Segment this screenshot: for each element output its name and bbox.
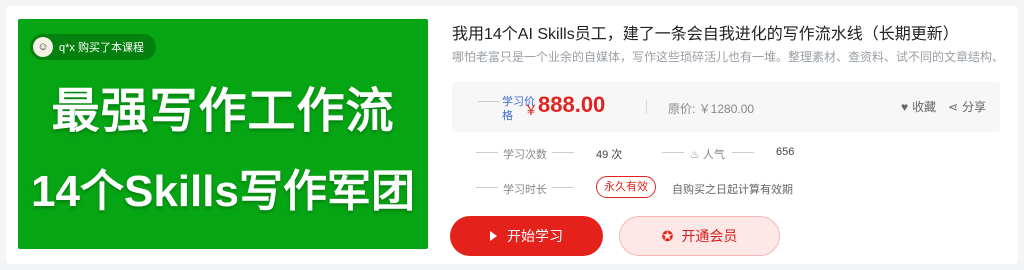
start-learning-label: 开始学习 — [507, 228, 563, 244]
duration-label: 学习时长 — [503, 184, 547, 196]
recent-buyer-text: q*x 购买了本课程 — [59, 42, 144, 54]
share-button[interactable]: ⋖ 分享 — [948, 98, 986, 115]
vip-badge-icon: ✪ — [661, 227, 674, 244]
original-price: 原价: ￥1280.00 — [668, 102, 755, 116]
cover-subline: 14个Skills写作军团 — [31, 167, 415, 216]
price-separator — [646, 100, 647, 114]
share-label: 分享 — [962, 100, 987, 114]
flame-icon: ♨ — [690, 149, 703, 161]
favorite-label: 收藏 — [912, 100, 937, 114]
heart-icon: ♥ — [901, 99, 909, 114]
open-membership-button[interactable]: ✪ 开通会员 — [619, 216, 780, 256]
popularity-label: 人气 — [702, 149, 725, 161]
buyer-avatar-icon: ☺ — [33, 37, 53, 57]
divider-dash — [476, 187, 498, 188]
divider-dash — [552, 187, 574, 188]
divider-dash — [662, 152, 684, 153]
favorite-button[interactable]: ♥ 收藏 — [901, 98, 936, 115]
divider-dash — [732, 152, 754, 153]
validity-badge: 永久有效 — [596, 176, 656, 198]
cover-headline: 最强写作工作流 — [51, 85, 395, 138]
study-count-value: 49 次 — [596, 149, 623, 161]
course-description: 哪怕老富只是一个业余的自媒体，写作这些琐碎活儿也有一堆。整理素材、查资料、试不同… — [452, 50, 1000, 64]
recent-buyer-pill: ☺ q*x 购买了本课程 — [30, 34, 156, 60]
study-count-label: 学习次数 — [503, 149, 547, 161]
price-panel: 学习价格 ￥ 888.00 原价: ￥1280.00 ♥ 收藏 ⋖ 分享 — [452, 82, 1000, 132]
start-learning-button[interactable]: 开始学习 — [450, 216, 603, 256]
current-price: 888.00 — [538, 92, 606, 117]
price-currency: ￥ — [524, 102, 538, 118]
popularity-value: 656 — [776, 146, 795, 158]
validity-note: 自购买之日起计算有效期 — [672, 184, 793, 196]
share-icon: ⋖ — [948, 99, 959, 114]
open-membership-label: 开通会员 — [681, 228, 738, 244]
divider-dash — [478, 101, 500, 102]
course-cover[interactable]: ☺ q*x 购买了本课程 最强写作工作流 14个Skills写作军团 — [18, 19, 428, 249]
divider-dash — [552, 152, 574, 153]
divider-dash — [476, 152, 498, 153]
course-title: 我用14个AI Skills员工，建了一条会自我进化的写作流水线（长期更新） — [452, 26, 959, 43]
popularity-label-group: ♨ 人气 — [690, 146, 725, 162]
play-icon — [490, 231, 497, 241]
